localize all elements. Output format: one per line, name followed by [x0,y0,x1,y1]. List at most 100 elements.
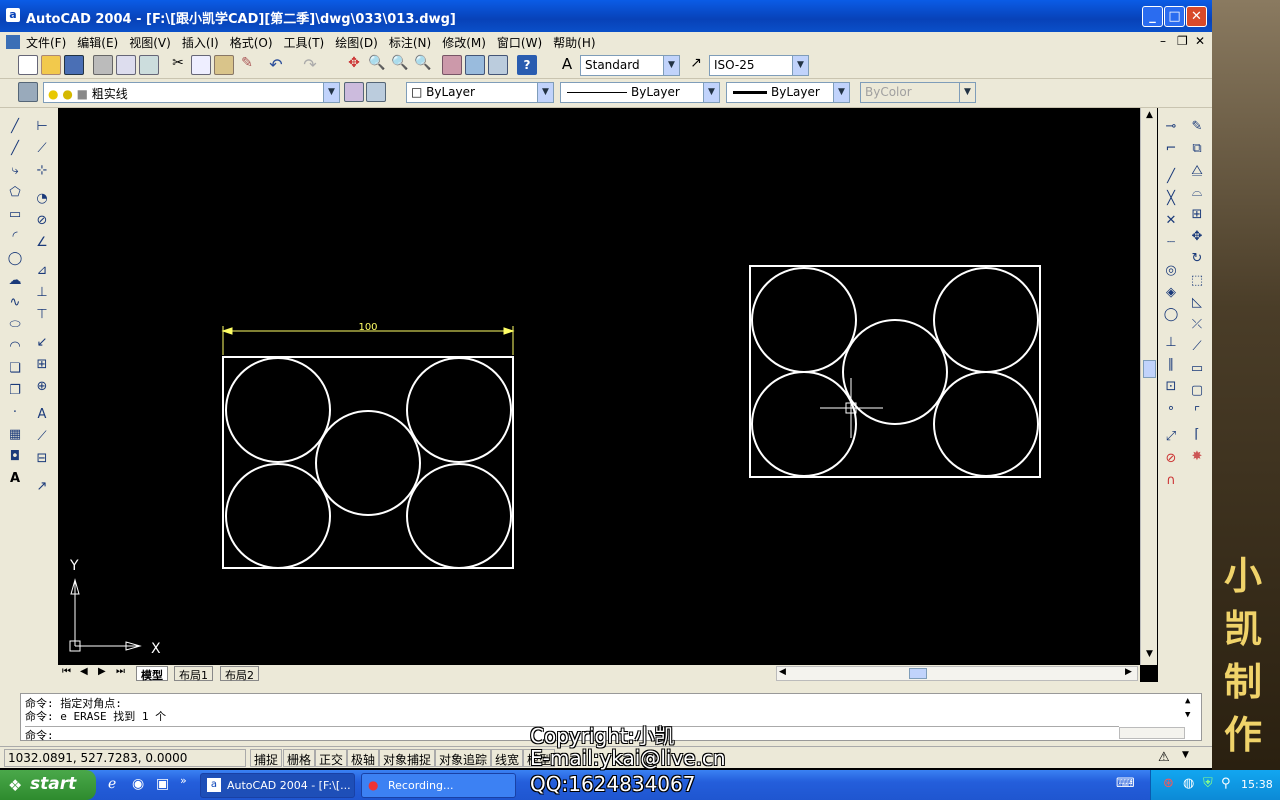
minimize-button[interactable]: _ [1142,6,1163,27]
otrack-toggle[interactable]: 对象追踪 [435,749,492,767]
chevron-down-icon[interactable]: ▼ [663,56,679,75]
coordinates-display[interactable]: 1032.0891, 527.7283, 0.0000 [4,749,246,767]
tab-prev-icon[interactable]: ◀ [80,666,88,677]
keyboard-icon[interactable]: ⌨ [1116,776,1135,791]
snap-none-icon[interactable]: ⊘ [1162,450,1180,468]
menu-dimension[interactable]: 标注(N) [389,34,431,51]
publish-icon[interactable] [139,55,159,75]
text-style-select[interactable]: Standard ▼ [580,55,680,76]
region-icon[interactable]: ◘ [6,448,24,466]
menu-window[interactable]: 窗口(W) [497,34,542,51]
drawing-canvas[interactable]: 100 Y X [58,108,1140,665]
network-icon[interactable]: ⚲ [1221,776,1231,791]
lineweight-select[interactable]: ByLayer ▼ [726,82,850,103]
close-button[interactable]: ✕ [1186,6,1207,27]
left-rectangle[interactable] [222,356,514,569]
stretch-icon[interactable]: ◺ [1188,294,1206,312]
chevron-down-icon[interactable]: ▼ [537,83,553,102]
save-icon[interactable] [64,55,84,75]
mirror-icon[interactable]: ⧋ [1188,162,1206,180]
dimension-style-icon[interactable]: ↗ [33,478,51,496]
right-circle-bottom-right[interactable] [933,371,1039,477]
tool-palettes-icon[interactable] [488,55,508,75]
revision-cloud-icon[interactable]: ☁ [6,272,24,290]
dim-style-icon[interactable]: ↗ [686,55,706,75]
right-circle-bottom-left[interactable] [751,371,857,477]
maximize-button[interactable]: □ [1164,6,1185,27]
arc-icon[interactable]: ◜ [6,228,24,246]
ellipse-arc-icon[interactable]: ◠ [6,338,24,356]
center-mark-icon[interactable]: ⊕ [33,378,51,396]
dimension-text-edit-icon[interactable]: ⟋ [33,428,51,446]
ordinate-dimension-icon[interactable]: ⊹ [33,162,51,180]
menu-help[interactable]: 帮助(H) [553,34,595,51]
menu-tools[interactable]: 工具(T) [284,34,325,51]
cmd-scroll-up-icon[interactable]: ▲ [1185,696,1190,706]
ie-icon[interactable]: ℯ [108,776,116,792]
snap-nearest-icon[interactable]: ⤢ [1162,428,1180,446]
snap-center-icon[interactable]: ◎ [1162,262,1180,280]
make-layer-current-icon[interactable] [344,82,364,102]
cmd-horizontal-scrollbar[interactable] [1119,727,1185,739]
zoom-previous-icon[interactable]: 🔍 [413,55,433,75]
left-circle-top-right[interactable] [406,357,512,463]
paste-icon[interactable] [214,55,234,75]
snap-apparent-intersection-icon[interactable]: ✕ [1162,212,1180,230]
grid-toggle[interactable]: 栅格 [283,749,316,767]
cmd-scroll-down-icon[interactable]: ▼ [1185,710,1190,720]
doc-minimize-button[interactable]: – [1160,34,1166,48]
osnap-toggle[interactable]: 对象捕捉 [379,749,436,767]
autocad-icon[interactable]: a [6,8,20,22]
ellipse-icon[interactable]: ⬭ [6,316,24,334]
snap-parallel-icon[interactable]: ∥ [1162,356,1180,374]
redo-icon[interactable]: ↷ [300,55,320,75]
menu-view[interactable]: 视图(V) [129,34,171,51]
antivirus-icon[interactable]: ⊛ [1163,776,1174,791]
rotate-icon[interactable]: ↻ [1188,250,1206,268]
erase-icon[interactable]: ✎ [1188,118,1206,136]
baseline-dimension-icon[interactable]: ⊥ [33,284,51,302]
chevron-down-icon[interactable]: ▼ [792,56,808,75]
vertical-scroll-thumb[interactable] [1143,360,1156,378]
dim-style-select[interactable]: ISO-25 ▼ [709,55,809,76]
left-circle-bottom-right[interactable] [406,463,512,569]
diameter-dimension-icon[interactable]: ⊘ [33,212,51,230]
copy-object-icon[interactable]: ⧉ [1188,140,1206,158]
move-icon[interactable]: ✥ [1188,228,1206,246]
snap-extension-icon[interactable]: ┈ [1162,234,1180,252]
layer-manager-icon[interactable] [18,82,38,102]
chevron-down-icon[interactable]: ▼ [703,83,719,102]
text-style-icon[interactable]: A [557,55,577,75]
menu-insert[interactable]: 插入(I) [182,34,219,51]
tab-model[interactable]: 模型 [136,666,168,682]
tray-icon[interactable]: ◍ [1183,776,1194,791]
osnap-settings-icon[interactable]: ∩ [1162,472,1180,490]
help-icon[interactable]: ? [517,55,537,75]
document-icon[interactable] [6,35,20,49]
quicklaunch-icon[interactable]: ▣ [156,776,169,792]
print-icon[interactable] [93,55,113,75]
zoom-window-icon[interactable]: 🔍 [390,55,410,75]
offset-icon[interactable]: ⌓ [1188,184,1206,202]
fillet-icon[interactable]: ⌈ [1188,426,1206,444]
tab-layout2[interactable]: 布局2 [220,666,259,682]
right-circle-top-left[interactable] [751,267,857,373]
snap-from-icon[interactable]: ⊸ [1162,118,1180,136]
quick-dimension-icon[interactable]: ⊿ [33,262,51,280]
polygon-icon[interactable]: ⬠ [6,184,24,202]
copy-icon[interactable] [191,55,211,75]
pan-icon[interactable]: ✥ [344,55,364,75]
tab-last-icon[interactable]: ⏭ [116,666,125,677]
right-circle-top-right[interactable] [933,267,1039,373]
break-icon[interactable]: ▭ [1188,360,1206,378]
continue-dimension-icon[interactable]: ⊤ [33,306,51,324]
array-icon[interactable]: ⊞ [1188,206,1206,224]
zoom-realtime-icon[interactable]: 🔍 [367,55,387,75]
new-file-icon[interactable] [18,55,38,75]
line-icon[interactable]: ╱ [6,118,24,136]
horizontal-scroll-thumb[interactable] [909,668,927,679]
snap-quadrant-icon[interactable]: ◈ [1162,284,1180,302]
chevron-down-icon[interactable]: ▼ [833,83,849,102]
quicklaunch-icon[interactable]: ◉ [132,776,144,792]
left-circle-bottom-left[interactable] [225,463,331,569]
